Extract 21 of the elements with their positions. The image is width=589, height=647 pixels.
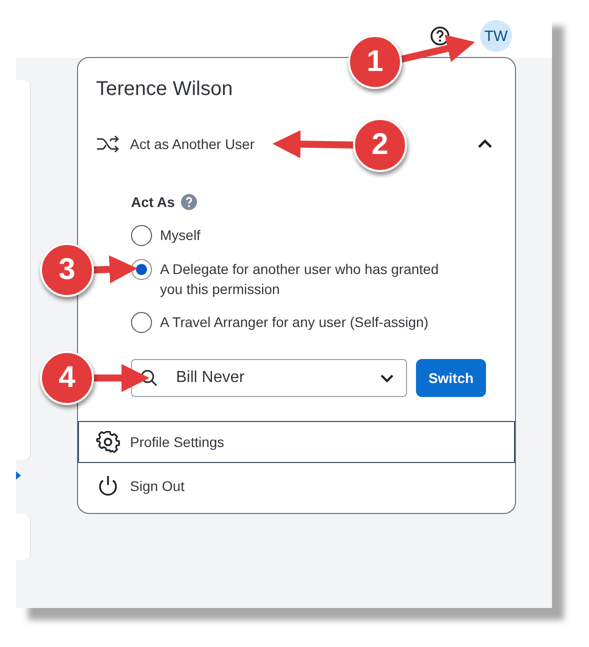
switch-button[interactable]: Switch <box>416 359 486 397</box>
option-label: A Delegate for another user who has granted you this permission <box>160 260 440 299</box>
user-avatar[interactable]: TW <box>480 20 512 52</box>
user-search-field[interactable]: Bill Never <box>131 359 407 397</box>
search-icon <box>140 369 158 387</box>
chevron-down-icon <box>380 374 394 382</box>
gear-icon <box>96 430 120 454</box>
radio-button[interactable] <box>131 259 152 280</box>
radio-button[interactable] <box>131 312 152 333</box>
option-label: A Travel Arranger for any user (Self-assign) <box>160 313 430 332</box>
act-as-another-user-toggle[interactable]: Act as Another User <box>96 134 255 154</box>
user-name: Terence Wilson <box>96 78 233 102</box>
option-label: Myself <box>160 226 202 245</box>
help-icon[interactable] <box>430 26 450 46</box>
act-as-label: Act As <box>131 194 175 210</box>
power-icon <box>96 474 120 498</box>
triangle-icon <box>16 471 21 480</box>
menu-item[interactable]: Profile Settings <box>78 421 515 463</box>
radio-button[interactable] <box>131 225 152 246</box>
menu-item[interactable]: Sign Out <box>78 465 515 507</box>
caret-icon[interactable] <box>477 139 493 149</box>
